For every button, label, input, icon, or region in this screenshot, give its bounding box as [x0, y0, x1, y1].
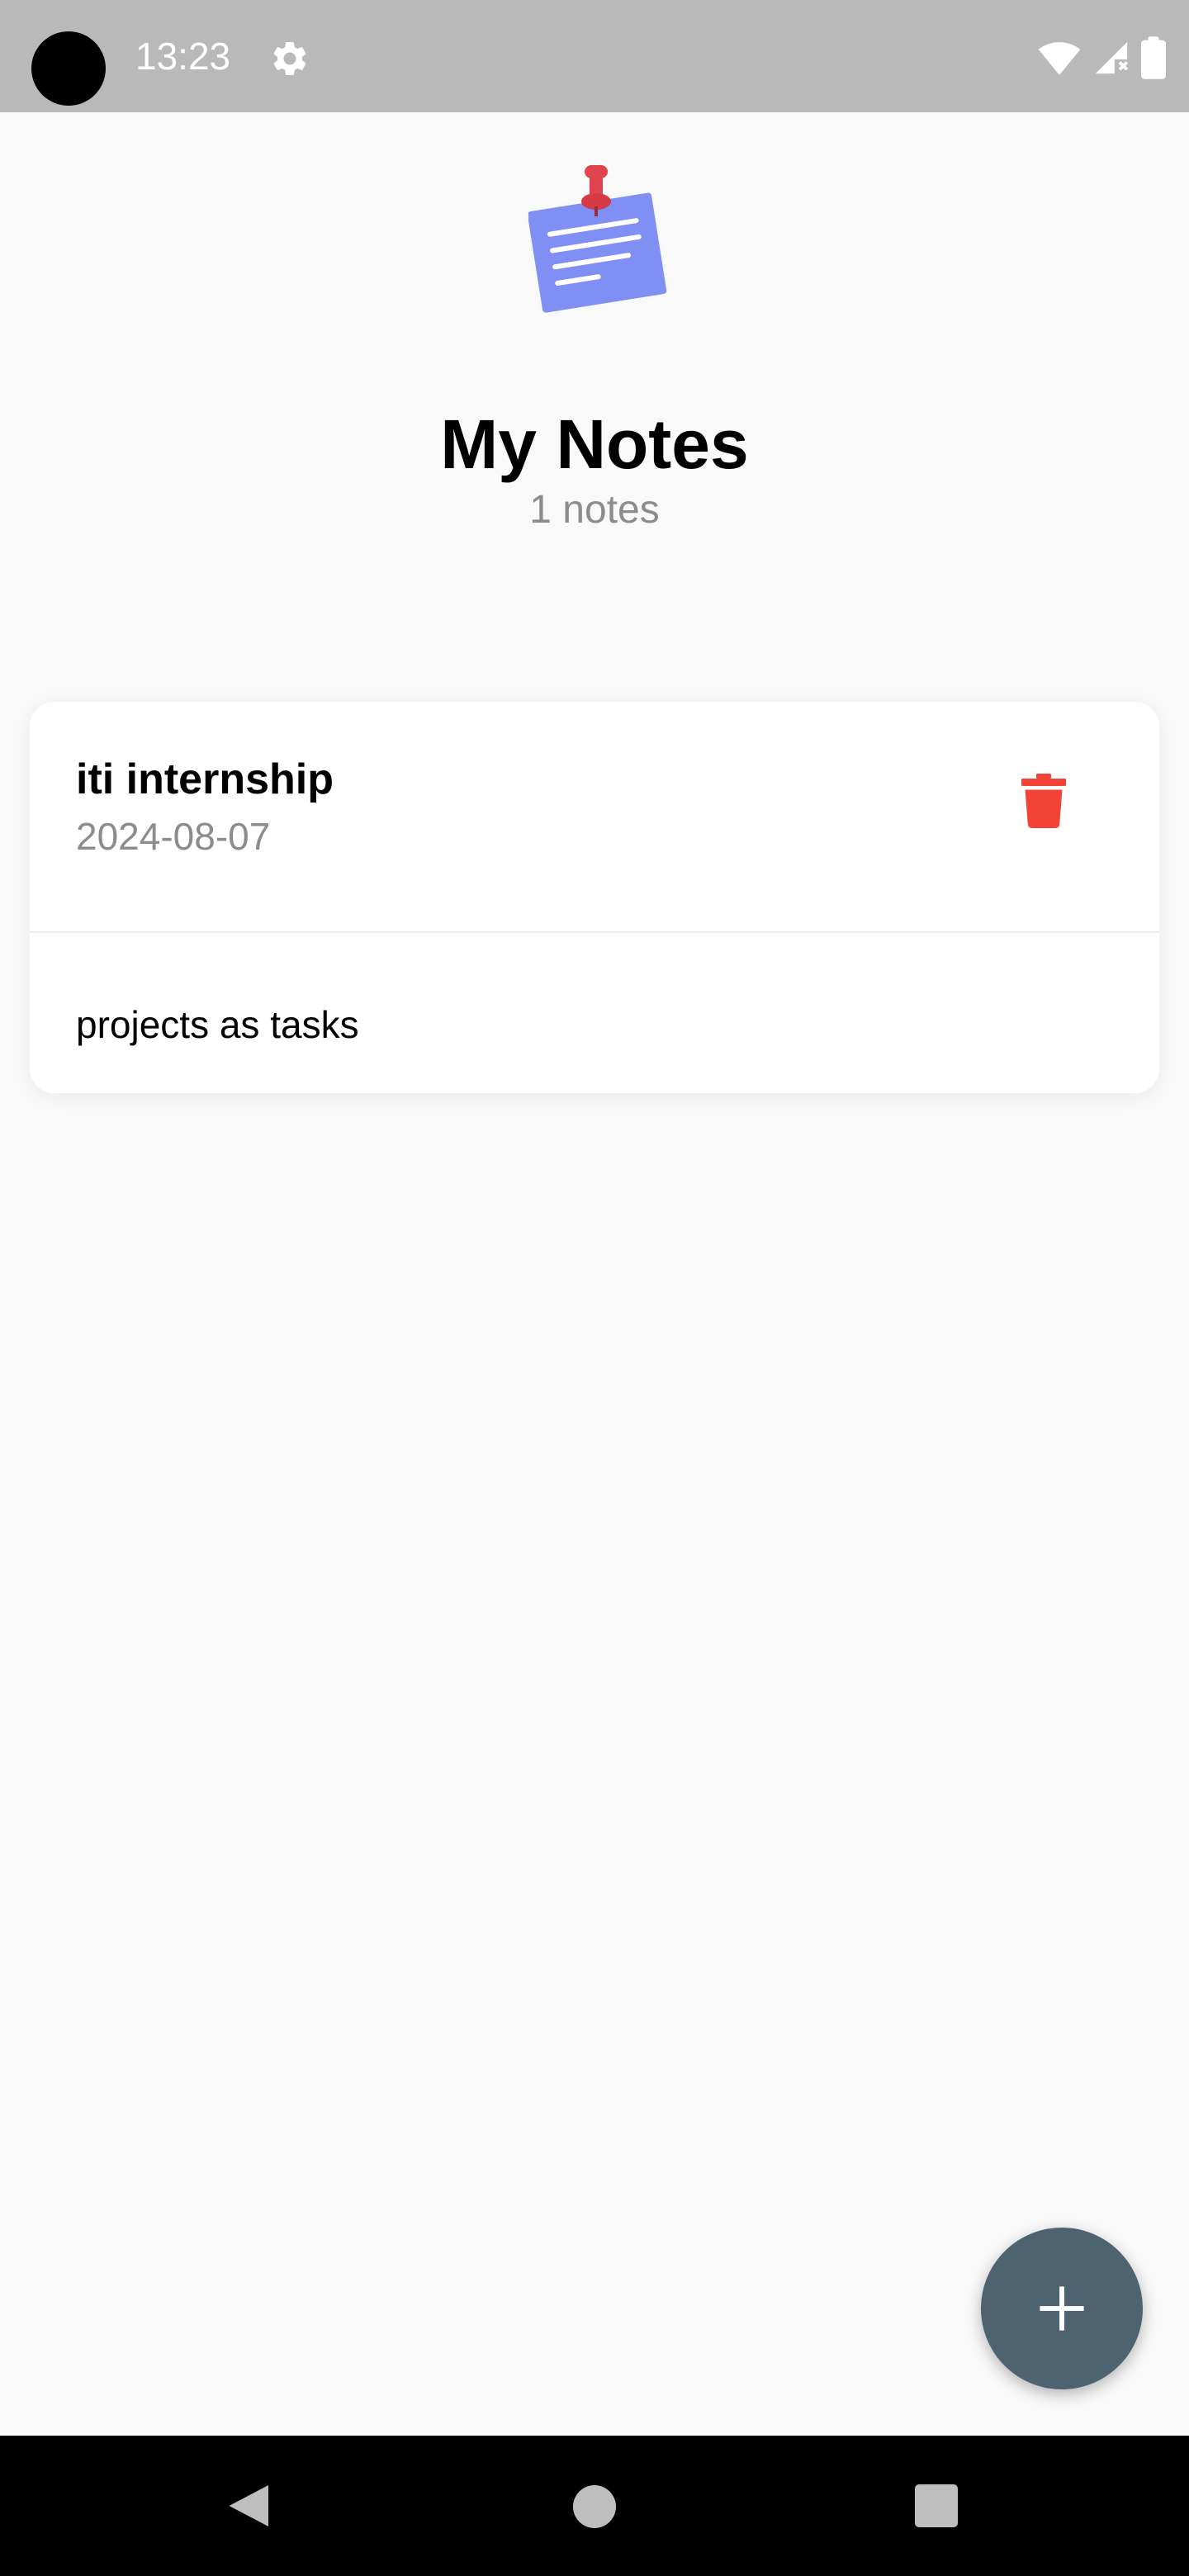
cell-signal-icon: [1095, 41, 1129, 74]
trash-icon: [1021, 774, 1066, 828]
plus-icon: [1040, 2286, 1084, 2331]
status-bar: 13:23: [0, 0, 1189, 112]
status-icons: [1037, 33, 1166, 83]
camera-cutout: [31, 31, 106, 106]
card-divider: [30, 931, 1159, 933]
recents-icon[interactable]: [915, 2484, 958, 2527]
pinned-note-icon: [528, 165, 667, 313]
battery-icon: [1141, 36, 1166, 79]
note-title: iti internship: [76, 755, 334, 803]
home-icon[interactable]: [573, 2485, 616, 2528]
note-body: projects as tasks: [76, 1003, 359, 1046]
note-card[interactable]: iti internship 2024-08-07 projects as ta…: [30, 702, 1159, 1093]
page-title: My Notes: [440, 405, 749, 483]
wifi-icon: [1038, 42, 1081, 75]
delete-note-button[interactable]: [1004, 761, 1083, 841]
system-nav-bar: [0, 2436, 1189, 2576]
note-date: 2024-08-07: [76, 815, 271, 858]
status-time: 13:23: [135, 35, 231, 78]
add-note-button[interactable]: [981, 2228, 1143, 2389]
notes-count: 1 notes: [529, 488, 660, 532]
settings-icon: [273, 41, 306, 75]
back-icon[interactable]: [223, 2481, 272, 2531]
